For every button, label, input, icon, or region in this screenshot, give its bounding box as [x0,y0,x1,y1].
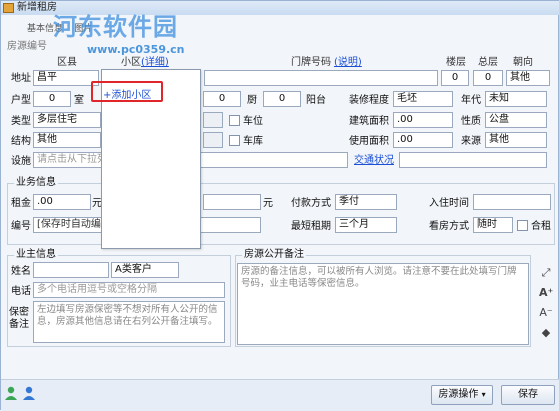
balcony-unit-label: 阳台 [306,95,326,106]
move-in-input[interactable] [473,194,551,210]
min-term-select[interactable]: 三个月 [335,217,397,233]
garage-option-label: 车位 [243,116,263,127]
district-select[interactable]: 昌平 [33,70,99,86]
view-method-select[interactable]: 随时 [473,217,513,233]
structure-label: 结构 [11,136,31,147]
deposit-unit-label: 元 [263,198,273,209]
door-explain-link[interactable]: (说明) [334,57,362,69]
font-smaller-icon[interactable]: A⁻ [539,306,553,320]
house-ops-label: 房源操作 [438,389,479,400]
room-count-input[interactable]: 0 [33,91,71,107]
total-floor-input[interactable]: 0 [473,70,503,86]
build-area-label: 建筑面积 [349,116,389,127]
tag-icon[interactable]: ◆ [539,326,553,340]
use-area-input[interactable]: .00 [393,132,453,148]
dropdown-highlight-box [91,81,163,102]
facility-label: 设施 [11,156,31,167]
address-label: 地址 [11,73,31,84]
pay-method-label: 付款方式 [291,198,331,209]
pay-method-select[interactable]: 季付 [335,194,397,210]
use-area-label: 使用面积 [349,136,389,147]
total-floor-header: 总层 [478,57,498,68]
room-unit-label: 室 [74,95,84,106]
owner-info-title: 业主信息 [14,249,58,261]
source-select[interactable]: 其他 [485,132,547,148]
deposit-input[interactable] [203,194,261,210]
watermark-site-name: 河东软件园 [53,12,178,41]
secret-note-textarea[interactable]: 左边填写房源保密等不想对所有人公开的信息，房源其他信息请在右列公开备注填写。 [33,301,225,343]
shared-checkbox[interactable] [517,220,528,231]
owner-phone-input[interactable]: 多个电话用逗号或空格分隔 [33,282,225,298]
build-area-input[interactable]: .00 [393,112,453,128]
watermark-url: www.pc0359.cn [87,43,185,56]
client-type-select[interactable]: A类客户 [111,262,179,278]
owner-name-input[interactable] [33,262,109,278]
storage-option-label: 车库 [243,136,263,147]
owner-phone-label: 电话 [11,286,31,297]
decor-select[interactable]: 毛坯 [393,91,453,107]
add-rental-window: 新增租房 基本信息 图片 房源编号 区县 小区 (详细) 门牌号码 (说明) 楼… [0,0,559,411]
door-no-input[interactable] [204,70,438,86]
user-green-icon[interactable] [5,386,17,400]
source-label: 来源 [461,136,481,147]
structure-extra-field [203,132,223,148]
move-in-label: 入住时间 [429,198,469,209]
property-label: 性质 [461,116,481,127]
type-label: 类型 [11,116,31,127]
property-select[interactable]: 公盘 [485,112,547,128]
window-title: 新增租房 [17,2,57,13]
font-larger-icon[interactable]: A⁺ [539,286,553,300]
age-label: 年代 [461,95,481,106]
user-blue-icon[interactable] [23,386,35,400]
house-ops-button[interactable]: 房源操作 ▾ [431,385,493,405]
floor-header: 楼层 [446,57,466,68]
traffic-input[interactable] [399,152,547,168]
layout-label: 户型 [11,95,31,106]
secret-note-label: 保密 备注 [9,307,29,330]
kitchen-count-input[interactable]: 0 [203,91,241,107]
orientation-header: 朝向 [513,57,533,68]
kitchen-unit-label: 厨 [247,95,257,106]
chevron-down-icon: ▾ [481,390,486,399]
traffic-link[interactable]: 交通状况 [354,155,394,167]
structure-select[interactable]: 其他 [33,132,101,148]
view-method-label: 看房方式 [429,221,469,232]
floor-input[interactable]: 0 [441,70,469,86]
type-extra-field [203,112,223,128]
code-label: 编号 [11,221,31,232]
garage-checkbox[interactable] [229,115,240,126]
house-code-label: 房源编号 [7,41,47,52]
orientation-select[interactable]: 其他 [506,70,550,86]
business-info-group: 业务信息 [7,177,555,245]
min-term-label: 最短租期 [291,221,331,232]
age-select[interactable]: 未知 [485,91,547,107]
rent-label: 租金 [11,198,31,209]
shared-label: 合租 [531,221,551,232]
expand-icon[interactable]: ⤢ [539,266,553,280]
community-detail-link[interactable]: (详细) [141,57,169,69]
business-info-title: 业务信息 [14,177,58,189]
balcony-count-input[interactable]: 0 [263,91,301,107]
public-note-textarea[interactable]: 房源的备注信息，可以被所有人浏览。请注意不要在此处填写门牌号码，业主电话等保密信… [237,263,529,345]
owner-name-label: 姓名 [11,266,31,277]
app-icon [3,3,14,13]
community-header: 小区 [121,57,141,68]
type-select[interactable]: 多层住宅 [33,112,101,128]
door-no-header: 门牌号码 [291,57,331,68]
district-header: 区县 [57,57,77,68]
save-button[interactable]: 保存 [501,385,555,405]
storage-checkbox[interactable] [229,135,240,146]
public-note-title: 房源公开备注 [242,249,306,261]
rent-input[interactable]: .00 [33,194,91,210]
decor-label: 装修程度 [349,95,389,106]
